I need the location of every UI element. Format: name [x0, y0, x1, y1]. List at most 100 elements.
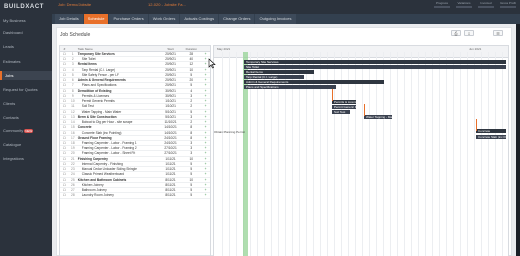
task-name[interactable]: Bobcat to Dig per Hour - site scrape	[82, 120, 133, 124]
task-start[interactable]: 24/10/21	[160, 141, 182, 145]
add-task-icon[interactable]: +	[201, 183, 210, 187]
task-duration[interactable]: 12	[181, 62, 201, 66]
sidebar-item-integrations[interactable]: Integrations	[0, 154, 52, 163]
add-task-icon[interactable]: +	[201, 115, 210, 119]
task-start[interactable]: 20/9/21	[160, 73, 182, 77]
task-name[interactable]: Framing Carpenter - Labor - Framing 1	[82, 141, 137, 145]
task-name[interactable]: Permits & Licenses	[82, 94, 109, 98]
gantt-bar[interactable]: Concrete Slab (inc Pointing)	[476, 135, 506, 139]
task-start[interactable]: 14/10/21	[160, 131, 182, 135]
task-duration[interactable]: 8	[181, 125, 201, 129]
task-name[interactable]: Kitchen and Bathroom Cabinets	[78, 178, 127, 182]
task-duration[interactable]: 5	[181, 188, 201, 192]
row-checkbox[interactable]: ☐	[60, 151, 69, 155]
row-checkbox[interactable]: ☐	[60, 73, 69, 77]
task-duration[interactable]: 8	[181, 131, 201, 135]
task-name[interactable]: Bathroom Joinery	[82, 188, 107, 192]
task-start[interactable]: 14/10/21	[160, 125, 182, 129]
task-duration[interactable]: 10	[181, 68, 201, 72]
task-name[interactable]: Finishing Carpentry	[78, 157, 108, 161]
task-duration[interactable]: 5	[181, 162, 201, 166]
task-duration[interactable]: 5	[181, 73, 201, 77]
tab-work-orders[interactable]: Work Orders	[148, 14, 180, 24]
tab-change-orders[interactable]: Change Orders	[219, 14, 255, 24]
add-task-icon[interactable]: +	[201, 89, 210, 93]
add-task-icon[interactable]: +	[201, 131, 210, 135]
row-checkbox[interactable]: ☐	[60, 183, 69, 187]
task-duration[interactable]: 5	[181, 172, 201, 176]
print-button[interactable]: ⎙	[451, 30, 461, 36]
row-checkbox[interactable]: ☐	[60, 141, 69, 145]
gantt-bar[interactable]: Admin & General Requirements	[244, 80, 384, 84]
task-duration[interactable]: 3	[181, 151, 201, 155]
task-name[interactable]: Concrete Slab (inc Pointing)	[82, 131, 122, 135]
row-checkbox[interactable]: ☐	[60, 52, 69, 56]
task-start[interactable]: 20/9/21	[160, 62, 182, 66]
add-task-icon[interactable]: +	[201, 193, 210, 197]
row-checkbox[interactable]: ☐	[60, 162, 69, 166]
task-name[interactable]: Tarp Rental (C.I. Large)	[82, 68, 115, 72]
task-start[interactable]: 20/9/21	[160, 68, 182, 72]
add-task-icon[interactable]: +	[201, 157, 210, 161]
add-task-icon[interactable]: +	[201, 188, 210, 192]
task-duration[interactable]: 5	[181, 83, 201, 87]
task-name[interactable]: Kitchen Joinery	[82, 183, 104, 187]
tab-job-details[interactable]: Job Details	[55, 14, 83, 24]
task-name[interactable]: Admin & General Requirements	[78, 78, 126, 82]
task-name[interactable]: Framing Carpenter - Labor - Sheet Fit	[82, 151, 135, 155]
task-start[interactable]: 11/10/21	[160, 120, 182, 124]
gantt-bar[interactable]: Water Tapping - Main	[364, 115, 392, 119]
add-task-icon[interactable]: +	[201, 125, 210, 129]
gantt-bar[interactable]: Site Toilet	[244, 65, 506, 69]
task-start[interactable]: 1/11/21	[160, 162, 182, 166]
gantt-bar[interactable]: Soil Test	[332, 110, 350, 114]
add-task-icon[interactable]: +	[201, 110, 210, 114]
row-checkbox[interactable]: ☐	[60, 120, 69, 124]
add-task-icon[interactable]: +	[201, 172, 210, 176]
row-checkbox[interactable]: ☐	[60, 83, 69, 87]
task-name[interactable]: Classic Primed Weatherboard	[82, 172, 124, 176]
task-start[interactable]: 1/11/21	[160, 172, 182, 176]
row-checkbox[interactable]: ☐	[60, 68, 69, 72]
gantt-bar[interactable]: Temporary Site Services	[244, 60, 506, 64]
task-start[interactable]: 1/10/21	[160, 99, 182, 103]
task-duration[interactable]: 10	[181, 178, 201, 182]
task-name[interactable]: Internal Carpentry - Finishing	[82, 162, 123, 166]
add-task-icon[interactable]: +	[201, 141, 210, 145]
task-start[interactable]: 27/10/21	[160, 146, 182, 150]
task-start[interactable]: 5/10/21	[160, 110, 182, 114]
add-task-icon[interactable]: +	[201, 162, 210, 166]
task-duration[interactable]: 5	[181, 167, 201, 171]
row-checkbox[interactable]: ☐	[60, 115, 69, 119]
task-start[interactable]: 27/10/21	[160, 151, 182, 155]
col-duration-header[interactable]: Duration	[181, 46, 201, 51]
add-task-icon[interactable]: +	[201, 104, 210, 108]
task-start[interactable]: 30/9/21	[160, 89, 182, 93]
gantt-bar[interactable]: Rental Items	[244, 70, 314, 74]
gantt-bar[interactable]: Concrete	[476, 129, 506, 133]
tab-actuals-costings[interactable]: Actuals Costings	[180, 14, 219, 24]
task-name[interactable]: Ground Floor Framing	[78, 136, 112, 140]
task-name[interactable]: Manual Cedar Unloader Siding Shingle	[82, 167, 137, 171]
add-task-icon[interactable]: +	[201, 99, 210, 103]
task-start[interactable]: 30/9/21	[160, 94, 182, 98]
task-duration[interactable]: 3	[181, 146, 201, 150]
task-name[interactable]: Temporary Site Services	[78, 52, 115, 56]
task-start[interactable]: 8/11/21	[160, 193, 182, 197]
task-start[interactable]: 20/9/21	[160, 78, 182, 82]
task-start[interactable]: 8/11/21	[160, 188, 182, 192]
sidebar-item-estimates[interactable]: Estimates	[0, 57, 52, 66]
task-duration[interactable]: 40	[181, 57, 201, 61]
sidebar-item-contacts[interactable]: Contacts	[0, 113, 52, 122]
add-task-icon[interactable]: +	[201, 78, 210, 82]
sidebar-item-clients[interactable]: Clients	[0, 99, 52, 108]
task-start[interactable]: 1/10/21	[160, 104, 182, 108]
row-checkbox[interactable]: ☐	[60, 125, 69, 129]
sidebar-item-my-business[interactable]: My Business	[0, 16, 52, 25]
task-name[interactable]: Site Safety Fence - per LF	[82, 73, 119, 77]
task-start[interactable]: 24/10/21	[160, 136, 182, 140]
sidebar-item-catalogue[interactable]: Catalogue	[0, 140, 52, 149]
row-checkbox[interactable]: ☐	[60, 178, 69, 182]
table-row[interactable]: ☐ 28 Laundry Room Joinery 8/11/21 5 +	[60, 193, 210, 199]
col-task-header[interactable]: Task Name	[77, 46, 160, 51]
